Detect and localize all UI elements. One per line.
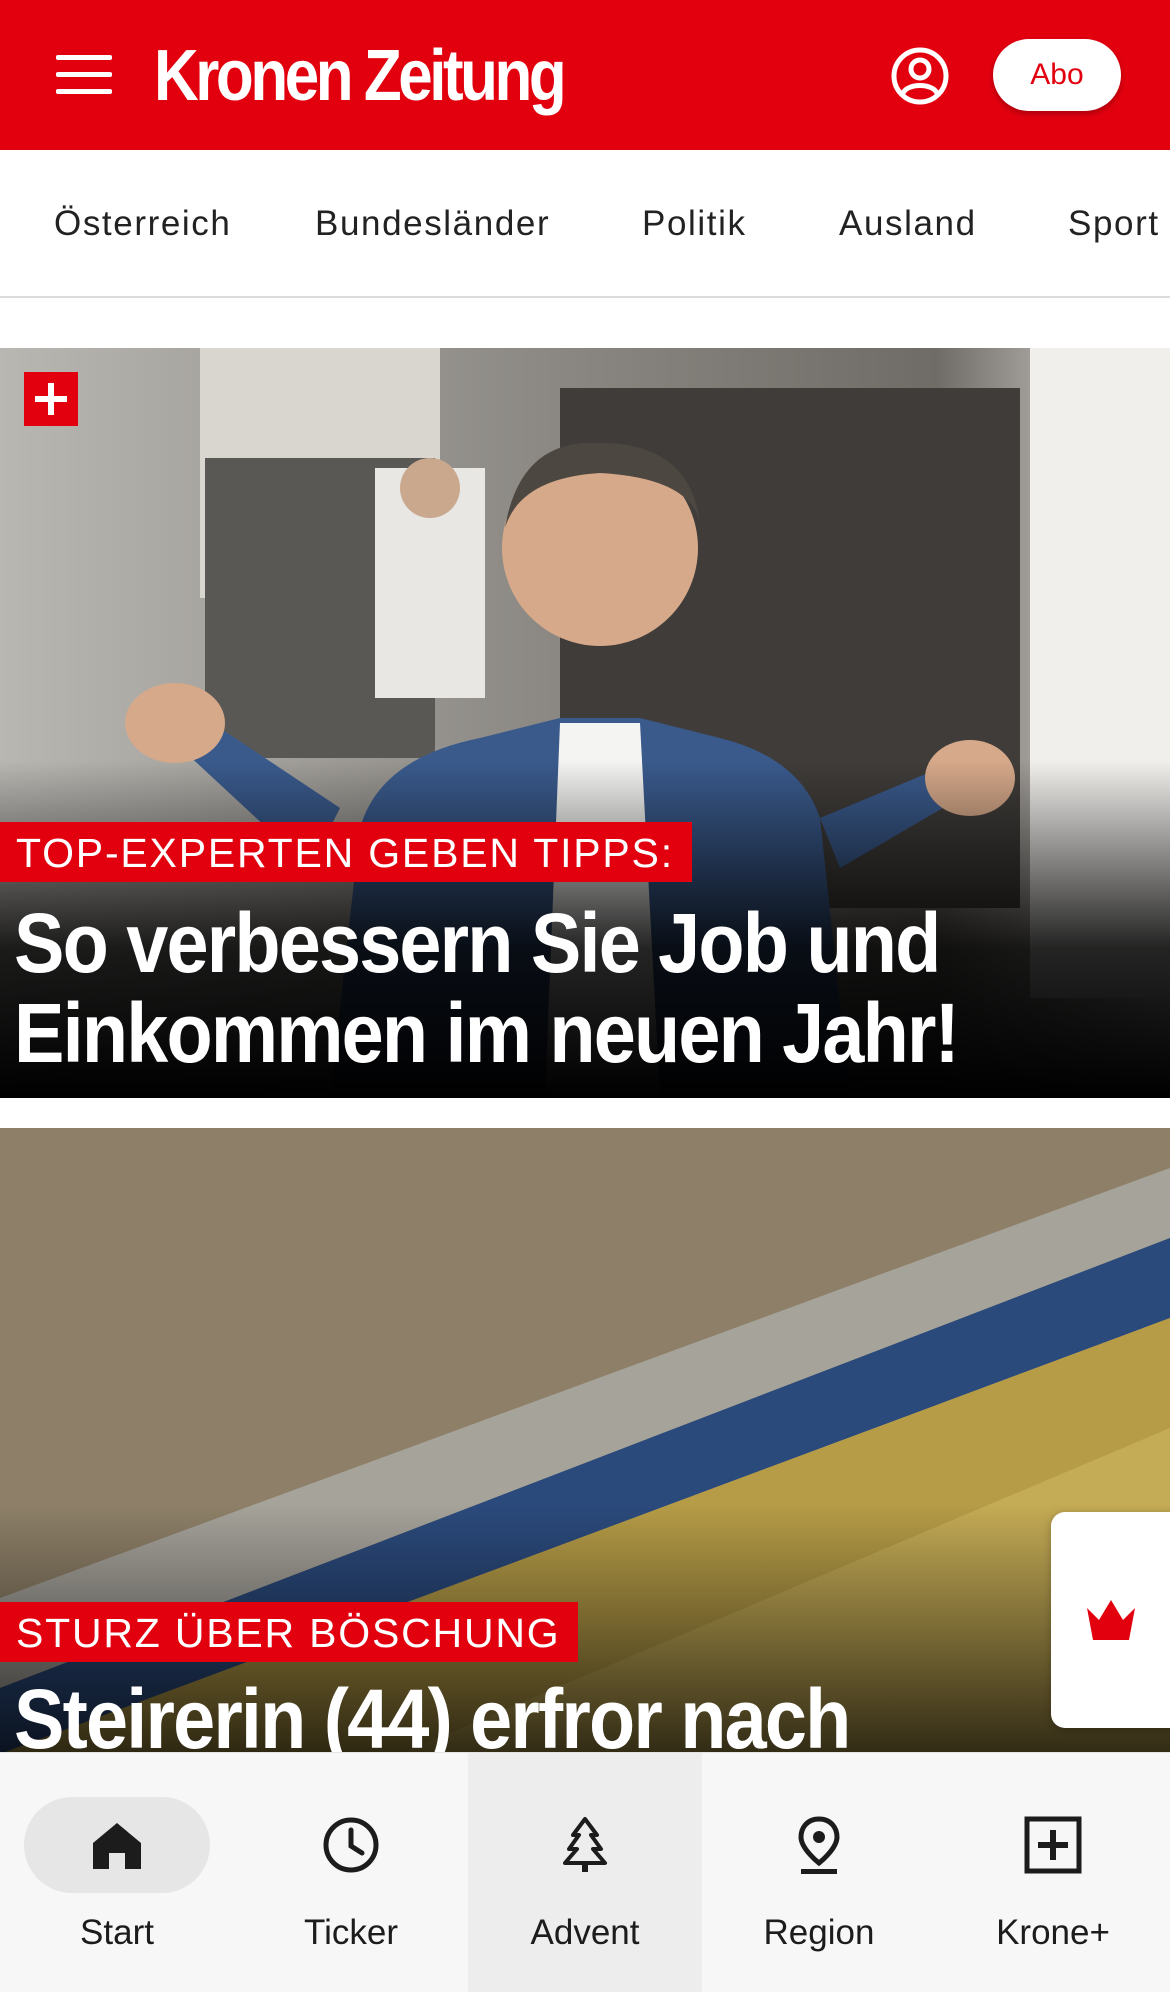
headline-line: Einkommen im neuen Jahr! bbox=[14, 986, 960, 1080]
page: Kronen Zeitung Abo Österreich Bundesländ… bbox=[0, 0, 1170, 1992]
article-kicker: STURZ ÜBER BÖSCHUNG bbox=[0, 1602, 579, 1662]
nav-label: Krone+ bbox=[996, 1913, 1110, 1952]
nav-label: Start bbox=[80, 1913, 154, 1952]
category-nav: Österreich Bundesländer Politik Ausland … bbox=[0, 150, 1170, 298]
app-header: Kronen Zeitung Abo bbox=[0, 0, 1170, 150]
nav-label: Advent bbox=[530, 1913, 640, 1952]
nav-ticker[interactable]: Ticker bbox=[234, 1753, 468, 1992]
plus-badge-icon bbox=[24, 372, 78, 426]
category-sport[interactable]: Sport bbox=[1068, 204, 1160, 244]
krone-crown-icon bbox=[1087, 1600, 1135, 1640]
article-kicker: TOP-EXPERTEN GEBEN TIPPS: bbox=[0, 822, 692, 882]
abo-button[interactable]: Abo bbox=[993, 39, 1121, 111]
plus-box-icon bbox=[1024, 1816, 1082, 1874]
category-ausland[interactable]: Ausland bbox=[839, 204, 977, 244]
hamburger-menu-icon[interactable] bbox=[56, 55, 112, 95]
home-icon bbox=[93, 1823, 141, 1869]
tree-icon bbox=[563, 1817, 607, 1872]
nav-label: Ticker bbox=[304, 1913, 398, 1952]
article-headline: Steirerin (44) erfror nach bbox=[14, 1672, 851, 1754]
nav-krone-plus[interactable]: Krone+ bbox=[936, 1753, 1170, 1992]
article-headline: So verbessern Sie Job und Einkommen im n… bbox=[14, 896, 960, 1080]
category-oesterreich[interactable]: Österreich bbox=[54, 204, 231, 244]
nav-region[interactable]: Region bbox=[702, 1753, 936, 1992]
clock-icon bbox=[323, 1817, 379, 1873]
article-card[interactable]: TOP-EXPERTEN GEBEN TIPPS: So verbessern … bbox=[0, 348, 1170, 1098]
category-bundeslaender[interactable]: Bundesländer bbox=[315, 204, 550, 244]
headline-line: So verbessern Sie Job und bbox=[14, 896, 941, 990]
kronen-zeitung-logo[interactable]: Kronen Zeitung bbox=[154, 34, 567, 118]
nav-label: Region bbox=[763, 1913, 875, 1952]
bottom-navigation: Start Ticker Advent Region Krone+ bbox=[0, 1752, 1170, 1992]
article-card[interactable]: STURZ ÜBER BÖSCHUNG Steirerin (44) erfro… bbox=[0, 1128, 1170, 1754]
category-politik[interactable]: Politik bbox=[642, 204, 747, 244]
nav-advent[interactable]: Advent bbox=[468, 1753, 702, 1992]
account-circle-icon[interactable] bbox=[890, 46, 950, 106]
headline-line: Steirerin (44) erfror nach bbox=[14, 1672, 851, 1754]
location-pin-icon bbox=[798, 1816, 840, 1874]
krone-widget-button[interactable] bbox=[1051, 1512, 1170, 1728]
nav-start[interactable]: Start bbox=[0, 1753, 234, 1992]
